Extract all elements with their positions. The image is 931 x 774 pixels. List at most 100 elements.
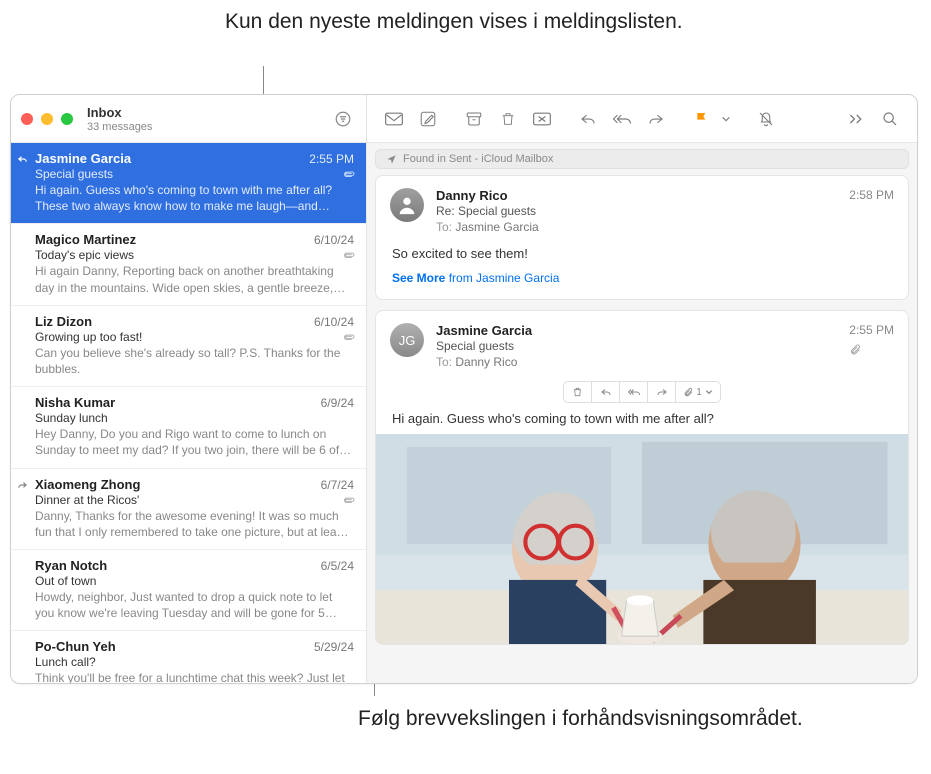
preview-area[interactable]: Found in Sent - iCloud Mailbox Danny Ric… [367, 143, 917, 683]
message-preview: Howdy, neighbor, Just wanted to drop a q… [35, 589, 354, 621]
email-body-text: Hi again. Guess who's coming to town wit… [392, 411, 892, 426]
email-subject: Re: Special guests [436, 204, 837, 218]
message-row[interactable]: Liz Dizon6/10/24Growing up too fast!Can … [11, 306, 366, 387]
forward-button[interactable] [641, 105, 671, 133]
minimize-window-button[interactable] [41, 113, 53, 125]
message-preview: Can you believe she's already so tall? P… [35, 345, 354, 377]
compose-button[interactable] [413, 105, 443, 133]
message-sender: Liz Dizon [35, 314, 314, 329]
annotation-top-text: Kun den nyeste meldingen vises i melding… [225, 8, 683, 36]
message-row[interactable]: Nisha Kumar6/9/24Sunday lunchHey Danny, … [11, 387, 366, 468]
found-banner-text: Found in Sent - iCloud Mailbox [403, 153, 553, 165]
bell-slash-icon [757, 110, 775, 128]
window-controls [21, 113, 73, 125]
email-body-text: So excited to see them! [392, 246, 892, 261]
found-in-banner: Found in Sent - iCloud Mailbox [375, 149, 909, 169]
message-list[interactable]: Jasmine Garcia2:55 PMSpecial guestsHi ag… [11, 143, 366, 683]
mini-attachments-button[interactable]: 1 [676, 382, 720, 402]
message-sender: Ryan Notch [35, 558, 321, 573]
new-message-button[interactable] [379, 105, 409, 133]
message-action-toolbar: 1 [376, 377, 908, 411]
message-date: 2:55 PM [309, 152, 354, 166]
mailbox-title: Inbox [87, 105, 330, 120]
replied-icon [17, 154, 28, 164]
chevron-down-icon [705, 388, 713, 396]
message-row[interactable]: Jasmine Garcia2:55 PMSpecial guestsHi ag… [11, 143, 366, 224]
message-subject: Out of town [35, 574, 354, 588]
filter-button[interactable] [330, 106, 356, 132]
mini-delete-button[interactable] [564, 382, 592, 402]
attachment-icon [849, 343, 894, 357]
chevron-down-icon [721, 114, 731, 124]
message-preview: Think you'll be free for a lunchtime cha… [35, 670, 354, 683]
email-time-area: 2:58 PM [849, 188, 894, 234]
message-row[interactable]: Xiaomeng Zhong6/7/24Dinner at the Ricos'… [11, 469, 366, 550]
chevron-right-double-icon [848, 112, 864, 126]
reply-button[interactable] [573, 105, 603, 133]
avatar [390, 188, 424, 222]
mini-reply-button[interactable] [592, 382, 620, 402]
attached-photo[interactable] [376, 434, 908, 644]
reply-all-button[interactable] [607, 105, 637, 133]
message-sender: Nisha Kumar [35, 395, 321, 410]
email-to-line: To: Danny Rico [436, 355, 837, 369]
message-row[interactable]: Ryan Notch6/5/24Out of townHowdy, neighb… [11, 550, 366, 631]
forward-icon [656, 387, 668, 397]
message-preview: Hi again Danny, Reporting back on anothe… [35, 263, 354, 295]
see-more-link[interactable]: See More from Jasmine Garcia [392, 271, 892, 285]
filter-icon [334, 110, 352, 128]
reply-icon [600, 387, 612, 397]
message-date: 6/7/24 [321, 478, 354, 492]
mini-reply-all-button[interactable] [620, 382, 648, 402]
close-window-button[interactable] [21, 113, 33, 125]
message-preview: Hi again. Guess who's coming to town wit… [35, 182, 354, 214]
message-subject: Special guests [35, 167, 343, 181]
email-card[interactable]: Danny Rico Re: Special guests To: Jasmin… [375, 175, 909, 300]
see-more-from: from Jasmine Garcia [449, 271, 560, 285]
forward-icon [647, 111, 665, 127]
junk-button[interactable] [527, 105, 557, 133]
trash-icon [500, 110, 516, 128]
toolbar [367, 95, 917, 143]
forwarded-icon [17, 480, 28, 490]
message-preview: Hey Danny, Do you and Rigo want to come … [35, 426, 354, 458]
flag-button[interactable] [687, 105, 717, 133]
message-subject: Growing up too fast! [35, 330, 343, 344]
message-sender: Magico Martinez [35, 232, 314, 247]
more-button[interactable] [841, 105, 871, 133]
flag-icon [694, 110, 710, 128]
message-date: 6/10/24 [314, 233, 354, 247]
email-time-area: 2:55 PM [849, 323, 894, 369]
message-date: 5/29/24 [314, 640, 354, 654]
email-sender-name: Jasmine Garcia [436, 323, 837, 338]
email-meta: Danny Rico Re: Special guests To: Jasmin… [436, 188, 837, 234]
delete-button[interactable] [493, 105, 523, 133]
email-header: JG Jasmine Garcia Special guests To: Dan… [376, 311, 908, 377]
envelope-icon [384, 111, 404, 127]
email-meta: Jasmine Garcia Special guests To: Danny … [436, 323, 837, 369]
reply-all-icon [612, 111, 632, 127]
mail-window: Inbox 33 messages Jasmine Garcia2:55 PMS… [10, 94, 918, 684]
message-row[interactable]: Po-Chun Yeh5/29/24Lunch call?Think you'l… [11, 631, 366, 683]
flag-menu-chevron[interactable] [721, 114, 735, 124]
to-recipient: Danny Rico [455, 355, 517, 369]
message-list-sidebar: Inbox 33 messages Jasmine Garcia2:55 PMS… [11, 95, 367, 683]
location-icon [386, 154, 397, 165]
mini-forward-button[interactable] [648, 382, 676, 402]
reply-icon [579, 111, 597, 127]
message-date: 6/9/24 [321, 396, 354, 410]
email-body: Hi again. Guess who's coming to town wit… [376, 411, 908, 434]
search-button[interactable] [875, 105, 905, 133]
email-card[interactable]: JG Jasmine Garcia Special guests To: Dan… [375, 310, 909, 645]
annotation-bottom-text: Følg brevvekslingen i forhåndsvisningsom… [358, 705, 803, 733]
mute-button[interactable] [751, 105, 781, 133]
mailbox-title-area: Inbox 33 messages [87, 105, 330, 133]
to-label: To: [436, 355, 452, 369]
fullscreen-window-button[interactable] [61, 113, 73, 125]
message-row[interactable]: Magico Martinez6/10/24Today's epic views… [11, 224, 366, 305]
paperclip-icon [683, 387, 693, 398]
message-subject: Dinner at the Ricos' [35, 493, 343, 507]
archive-button[interactable] [459, 105, 489, 133]
reply-all-icon [627, 387, 641, 397]
email-time: 2:55 PM [849, 323, 894, 337]
